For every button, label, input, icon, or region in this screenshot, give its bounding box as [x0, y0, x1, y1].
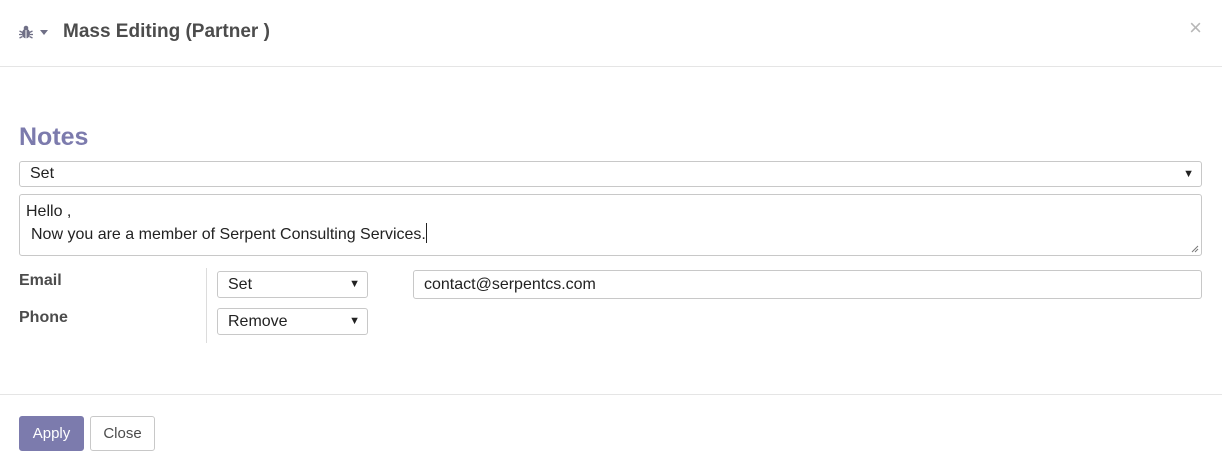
close-button[interactable]: Close [90, 416, 155, 451]
email-action-value: Set [228, 276, 253, 293]
close-icon[interactable]: × [1189, 16, 1202, 40]
mass-editing-dialog: Mass Editing (Partner ) × Notes Set ▼ He… [0, 0, 1222, 471]
notes-action-select[interactable]: Set ▼ [19, 161, 1202, 187]
text-cursor [425, 223, 427, 243]
dropdown-arrow-icon: ▼ [349, 278, 360, 290]
dropdown-arrow-icon: ▼ [1183, 168, 1194, 180]
email-value: contact@serpentcs.com [424, 276, 596, 293]
notes-text-line-2: Now you are a member of Serpent Consulti… [31, 226, 426, 243]
debug-menu-toggle[interactable] [18, 23, 48, 41]
notes-action-value: Set [30, 165, 55, 182]
dialog-header: Mass Editing (Partner ) × [0, 0, 1222, 67]
dialog-body: Notes Set ▼ Hello , Now you are a member… [0, 68, 1222, 394]
bug-icon [19, 25, 33, 39]
email-action-select[interactable]: Set ▼ [217, 271, 368, 298]
email-label: Email [19, 272, 62, 289]
label-divider [206, 268, 207, 343]
phone-label: Phone [19, 309, 68, 326]
notes-section-title: Notes [19, 123, 89, 151]
chevron-down-icon [40, 29, 48, 35]
resize-grip-icon[interactable] [1191, 245, 1199, 253]
notes-text-line-2-wrapper: Now you are a member of Serpent Consulti… [26, 223, 1195, 246]
dialog-title: Mass Editing (Partner ) [63, 21, 270, 42]
dialog-footer: Apply Close [0, 394, 1222, 471]
phone-action-select[interactable]: Remove ▼ [217, 308, 368, 335]
notes-text-line-1: Hello , [26, 203, 72, 220]
phone-action-value: Remove [228, 313, 288, 330]
email-field[interactable]: contact@serpentcs.com [413, 270, 1202, 299]
notes-textarea[interactable]: Hello , Now you are a member of Serpent … [19, 194, 1202, 256]
dropdown-arrow-icon: ▼ [349, 315, 360, 327]
apply-button[interactable]: Apply [19, 416, 84, 451]
